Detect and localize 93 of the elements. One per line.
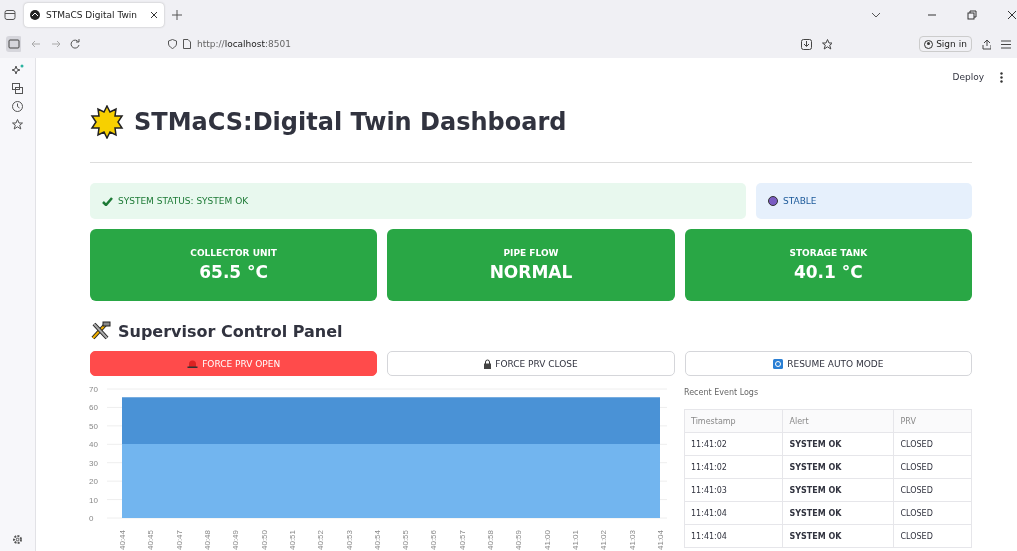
table-cell: SYSTEM OK — [783, 455, 894, 479]
x-tick-label: 40:48 — [202, 529, 212, 550]
menu-icon[interactable] — [1001, 39, 1011, 49]
history-icon[interactable] — [12, 101, 23, 112]
x-tick-label: 41:04 — [656, 529, 665, 550]
x-tick-label: 40:50 — [259, 529, 269, 550]
y-tick-label: 40 — [89, 440, 98, 450]
table-cell: 11:41:04 — [684, 501, 783, 525]
tools-icon — [90, 321, 112, 341]
x-tick-label: 41:03 — [627, 529, 637, 550]
sign-in-button[interactable]: Sign in — [919, 36, 972, 52]
restore-icon[interactable] — [967, 10, 977, 20]
sidebar-toggle-icon[interactable] — [4, 9, 16, 21]
action-button[interactable]: FORCE PRV CLOSE — [387, 351, 675, 376]
table-cell: CLOSED — [894, 432, 972, 456]
close-icon[interactable] — [150, 11, 158, 19]
y-tick-label: 0 — [89, 514, 94, 523]
reload-icon[interactable] — [70, 39, 81, 49]
table-cell: 11:41:04 — [684, 524, 783, 548]
padlock-icon — [484, 358, 492, 369]
refresh-icon — [773, 358, 784, 369]
deploy-button[interactable]: Deploy — [952, 72, 984, 82]
page-title: STMaCS:Digital Twin Dashboard — [134, 108, 567, 136]
table-cell: SYSTEM OK — [783, 501, 894, 525]
metric-value: 65.5 °C — [199, 262, 269, 282]
sidebar-icon[interactable] — [6, 36, 22, 52]
url-text[interactable]: http://localhost:8501 — [197, 39, 291, 49]
y-tick-label: 10 — [89, 495, 98, 505]
chevron-down-icon[interactable] — [871, 11, 881, 19]
sun-icon — [90, 105, 124, 139]
table-cell: CLOSED — [894, 455, 972, 479]
column-header: Alert — [783, 409, 894, 433]
share-icon[interactable] — [981, 38, 992, 50]
x-tick-label: 40:59 — [514, 529, 524, 550]
tab-title: STMaCS Digital Twin — [46, 10, 138, 20]
x-tick-label: 41:00 — [542, 529, 552, 550]
table-cell: SYSTEM OK — [783, 432, 894, 456]
x-tick-label: 40:57 — [457, 529, 467, 550]
y-tick-label: 20 — [89, 477, 98, 487]
tabs-icon[interactable] — [12, 83, 23, 94]
close-icon[interactable] — [1007, 10, 1017, 20]
trend-text: STABLE — [783, 196, 817, 206]
metric-label: COLLECTOR UNIT — [190, 248, 277, 258]
y-tick-label: 50 — [89, 421, 98, 431]
metric-value: NORMAL — [489, 262, 573, 282]
y-tick-label: 30 — [89, 458, 98, 468]
metric-label: PIPE FLOW — [503, 248, 559, 258]
x-tick-label: 40:58 — [486, 529, 496, 550]
y-tick-label: 70 — [89, 385, 98, 394]
x-tick-label: 40:53 — [344, 529, 354, 550]
section-heading: Supervisor Control Panel — [118, 321, 343, 341]
column-header: Timestamp — [684, 409, 783, 433]
x-tick-label: 40:51 — [287, 529, 297, 550]
new-tab-icon[interactable] — [172, 10, 182, 20]
sparkle-icon[interactable] — [11, 64, 24, 76]
x-tick-label: 40:45 — [146, 529, 156, 550]
table-cell: CLOSED — [894, 524, 972, 548]
star-icon[interactable] — [12, 119, 23, 130]
more-options-icon[interactable] — [1000, 71, 1003, 83]
check-icon — [102, 196, 113, 206]
x-tick-label: 40:52 — [316, 529, 326, 550]
siren-icon — [187, 359, 199, 368]
app-logo-icon — [30, 10, 40, 20]
table-title: Recent Event Logs — [684, 388, 760, 397]
table-cell: SYSTEM OK — [783, 478, 894, 502]
x-tick-label: 40:49 — [231, 529, 241, 550]
round-icon — [768, 196, 778, 206]
table-cell: 11:41:02 — [684, 432, 783, 456]
action-button[interactable]: RESUME AUTO MODE — [684, 351, 972, 376]
account-icon — [924, 39, 934, 49]
settings-icon[interactable] — [12, 534, 23, 545]
table-cell: CLOSED — [894, 501, 972, 525]
table-cell: CLOSED — [894, 478, 972, 502]
x-tick-label: 40:47 — [174, 529, 184, 550]
metric-value: 40.1 °C — [793, 262, 863, 282]
table-cell: 11:41:03 — [684, 478, 783, 502]
page-icon — [183, 39, 192, 49]
x-tick-label: 40:54 — [372, 529, 382, 550]
table-cell: 11:41:02 — [684, 455, 783, 479]
shield-icon — [168, 39, 178, 49]
x-tick-label: 41:02 — [599, 529, 609, 550]
metric-label: STORAGE TANK — [789, 248, 868, 258]
x-tick-label: 40:56 — [429, 529, 439, 550]
x-tick-label: 41:01 — [571, 529, 581, 550]
y-tick-label: 60 — [89, 403, 98, 413]
x-tick-label: 40:55 — [401, 529, 411, 550]
table-cell: SYSTEM OK — [783, 524, 894, 548]
download-icon[interactable] — [801, 38, 812, 50]
browser-tab[interactable]: STMaCS Digital Twin — [24, 3, 164, 27]
star-icon[interactable] — [821, 38, 833, 50]
status-text: SYSTEM STATUS: SYSTEM OK — [118, 196, 249, 206]
column-header: PRV — [894, 409, 972, 433]
x-tick-label: 40:44 — [118, 529, 127, 550]
